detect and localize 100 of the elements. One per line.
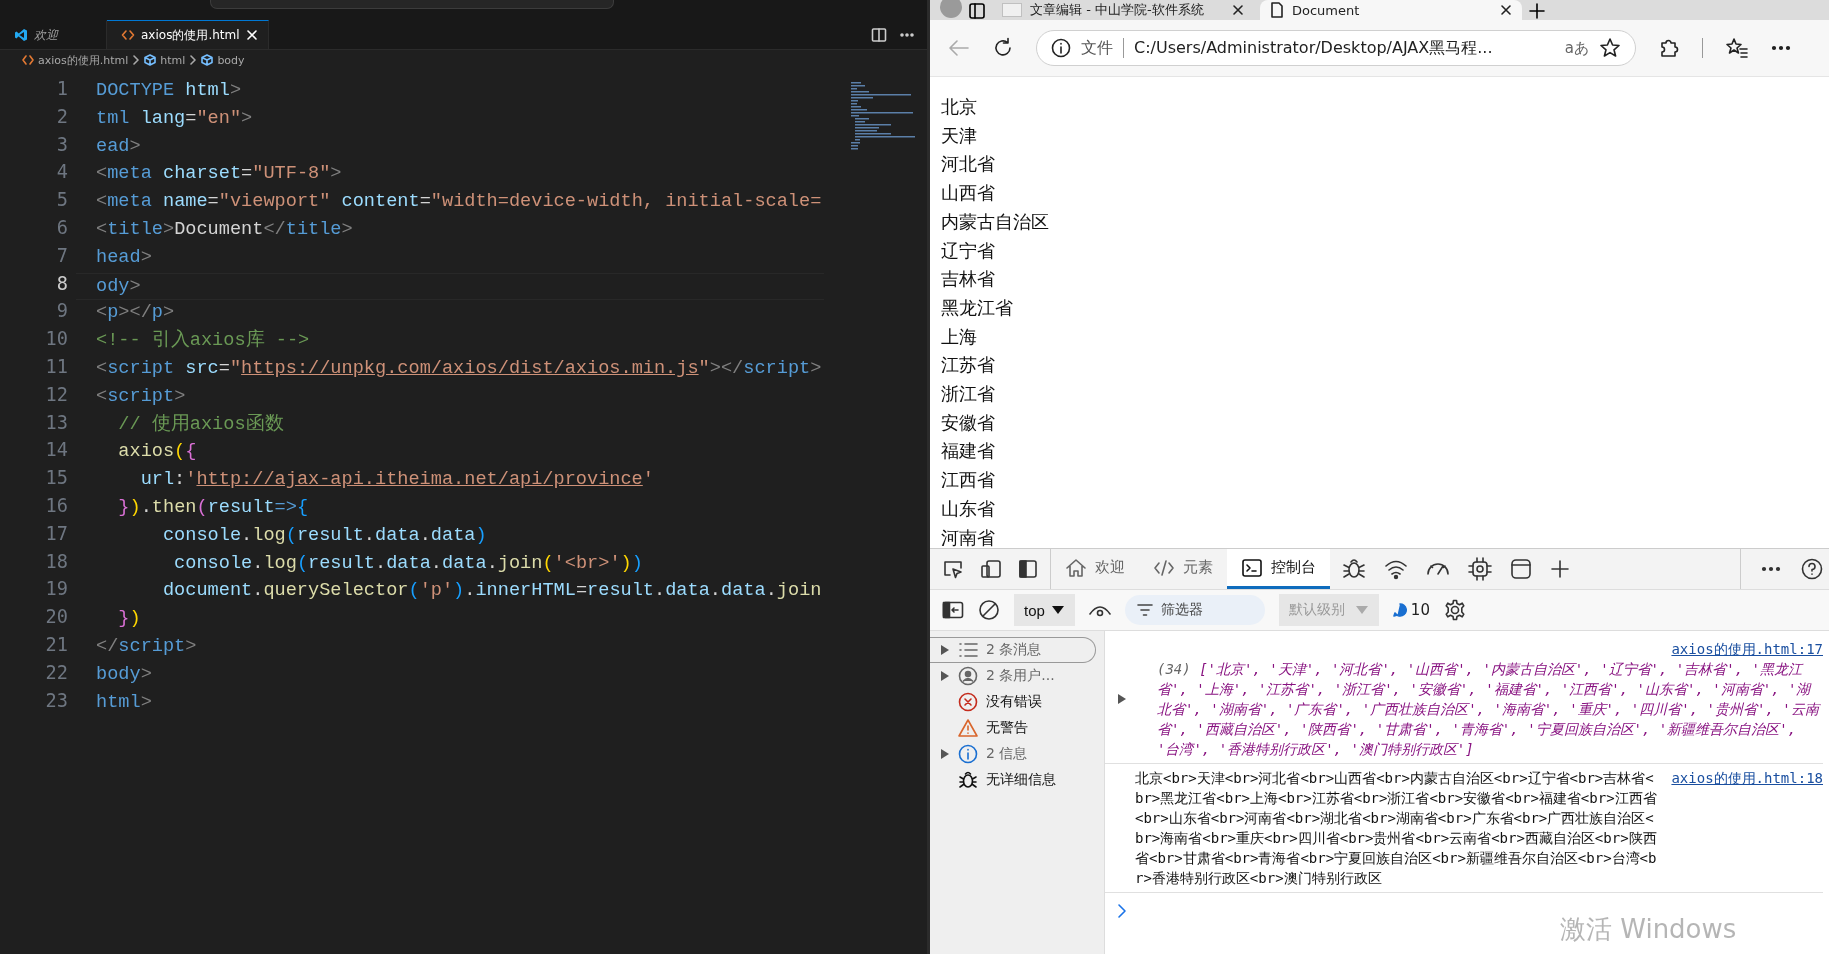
- page-text-line: 浙江省: [941, 383, 996, 407]
- console-sidebar-item[interactable]: 无警告: [930, 715, 1096, 741]
- dock-icon[interactable]: [1018, 559, 1038, 579]
- star-icon[interactable]: [1599, 37, 1621, 59]
- line-number: 4: [55, 161, 69, 185]
- chip-icon[interactable]: [1468, 557, 1492, 581]
- new-tab-icon[interactable]: [1528, 2, 1546, 20]
- command-center-field[interactable]: [210, 0, 614, 9]
- line-number: 23: [44, 689, 69, 713]
- page-text-line: 山西省: [941, 182, 996, 206]
- page-text-line: 江苏省: [941, 354, 996, 378]
- breadcrumb-item[interactable]: axios的使用.html: [38, 52, 129, 68]
- console-sidebar-item[interactable]: 2 条用户...: [930, 663, 1096, 689]
- source-link[interactable]: axios的使用.html:17: [1661, 639, 1823, 659]
- expand-arrow-icon[interactable]: [1117, 693, 1127, 705]
- line-number: 8: [55, 272, 69, 296]
- devtools-tab[interactable]: 欢迎: [1051, 549, 1139, 589]
- expand-arrow-icon[interactable]: [940, 670, 950, 682]
- page-text-line: 山东省: [941, 497, 996, 521]
- sidebar-toggle-icon[interactable]: [942, 601, 964, 619]
- line-number: 13: [44, 411, 69, 435]
- code-line: DOCTYPE html>: [95, 79, 242, 103]
- page-text-line: 福建省: [941, 440, 996, 464]
- line-number: 2: [55, 105, 69, 129]
- add-icon[interactable]: [1550, 559, 1570, 579]
- code-line: <meta charset="UTF-8">: [95, 162, 342, 187]
- favorites-icon[interactable]: [1725, 37, 1749, 59]
- vscode-logo-icon: [14, 28, 28, 42]
- inspect-icon[interactable]: [942, 559, 964, 579]
- console-icon: [1241, 557, 1263, 578]
- code-line: <script>: [95, 384, 186, 409]
- code-line: ody>: [95, 274, 141, 299]
- code-line: }): [117, 607, 141, 632]
- refresh-icon[interactable]: [992, 37, 1014, 59]
- code-line: console.log(result.data.data): [161, 523, 487, 548]
- console-sidebar-item[interactable]: 2 信息: [930, 741, 1096, 767]
- close-icon[interactable]: [1232, 4, 1244, 16]
- browser-tab[interactable]: 文章编辑 - 中山学院-软件系统: [992, 0, 1254, 20]
- address-bar[interactable]: 文件 C:/Users/Administrator/Desktop/AJAX黑马程... aあ: [1036, 30, 1636, 66]
- list-icon: [958, 641, 978, 659]
- line-number: 22: [44, 661, 69, 685]
- code-line: axios({: [117, 440, 197, 465]
- breadcrumb-item[interactable]: html: [160, 53, 186, 67]
- expand-arrow-icon[interactable]: [940, 644, 950, 656]
- device-emulation-icon[interactable]: [980, 559, 1002, 579]
- array-preview[interactable]: (34) ['北京', '天津', '河北省', '山西省', '内蒙古自治区', '辽宁省', '吉林省', '黑龙江省', '上海', '江苏省', '浙江省', '安徽省', '福建省', '江西省', '山东省', '河南省', '湖北省', '湖南省', '广东省', '广西壮族自治区', '海南省', '重庆', '四川省', '贵州省', '云南省', '西藏自治区', '陕西省', '甘肃省', '青海省', '宁夏回族自治区', '新疆维吾尔自治区', '台湾', '香港特别行政区', '澳门特别行政区']: [1139, 659, 1823, 759]
- page-text-line: 天津: [941, 124, 978, 148]
- code-line: // 使用axios函数: [117, 412, 284, 437]
- bug-icon[interactable]: [1342, 557, 1366, 581]
- reader-mode-icon[interactable]: aあ: [1564, 38, 1589, 58]
- code-line: console.log(result.data.data.join('<br>')): [173, 551, 643, 576]
- html-file-icon: [22, 54, 34, 66]
- error-icon: [958, 692, 978, 712]
- line-number: 17: [44, 522, 69, 546]
- close-icon[interactable]: [1500, 4, 1512, 16]
- devtools-tab[interactable]: 控制台: [1227, 549, 1330, 589]
- line-number: 3: [55, 133, 69, 157]
- wifi-icon[interactable]: [1384, 558, 1408, 580]
- settings-icon[interactable]: [1443, 599, 1466, 621]
- filter-field[interactable]: 筛选器: [1124, 595, 1265, 625]
- info-icon: [1051, 38, 1071, 58]
- split-editor-icon[interactable]: [871, 26, 887, 43]
- console-sidebar-item[interactable]: 没有错误: [930, 689, 1096, 715]
- window-icon[interactable]: [1510, 558, 1532, 580]
- issues-chat-icon: [1392, 603, 1407, 617]
- page-text-line: 河北省: [941, 153, 996, 177]
- console-sidebar-item[interactable]: 无详细信息: [930, 767, 1096, 793]
- page-icon: [1270, 2, 1284, 18]
- breadcrumb-item[interactable]: body: [217, 53, 245, 67]
- bug-icon: [958, 770, 978, 790]
- activation-watermark: 激活 Windows: [1560, 913, 1737, 946]
- help-icon[interactable]: [1801, 558, 1823, 580]
- line-number: 16: [44, 494, 69, 518]
- extensions-icon[interactable]: [1658, 37, 1680, 59]
- expand-arrow-icon[interactable]: [940, 748, 950, 760]
- info-icon: [958, 744, 978, 764]
- page-text-line: 黑龙江省: [941, 296, 1014, 320]
- line-number: 5: [55, 189, 69, 213]
- code-line: head>: [95, 245, 152, 270]
- context-dropdown[interactable]: top: [1014, 594, 1075, 626]
- home-icon: [1065, 557, 1087, 578]
- clear-console-icon[interactable]: [978, 599, 1000, 621]
- page-text-line: 安徽省: [941, 411, 996, 435]
- favicon-icon: [1002, 3, 1022, 17]
- line-number: 7: [55, 244, 69, 268]
- tab-actions-icon[interactable]: [968, 2, 986, 20]
- line-number: 6: [55, 217, 69, 240]
- issues-counter[interactable]: 10: [1392, 601, 1430, 619]
- source-link[interactable]: axios的使用.html:18: [1661, 768, 1823, 788]
- code-line: tml lang="en">: [95, 106, 253, 131]
- page-text-line: 内蒙古自治区: [941, 210, 1050, 234]
- html-file-icon: [121, 28, 135, 42]
- prompt-chevron-icon[interactable]: [1117, 903, 1127, 919]
- code-line: </script>: [95, 634, 197, 659]
- devtools-tab[interactable]: 元素: [1139, 549, 1227, 589]
- url-text: C:/Users/Administrator/Desktop/AJAX黑马程...: [1134, 37, 1494, 59]
- code-line: <script src="https://unpkg.com/axios/dist/axios.min.js"></script>: [95, 356, 822, 381]
- line-number: 20: [44, 606, 69, 630]
- editor-tab[interactable]: axios的使用.html: [107, 20, 269, 49]
- browser-tab[interactable]: Document: [1260, 0, 1522, 20]
